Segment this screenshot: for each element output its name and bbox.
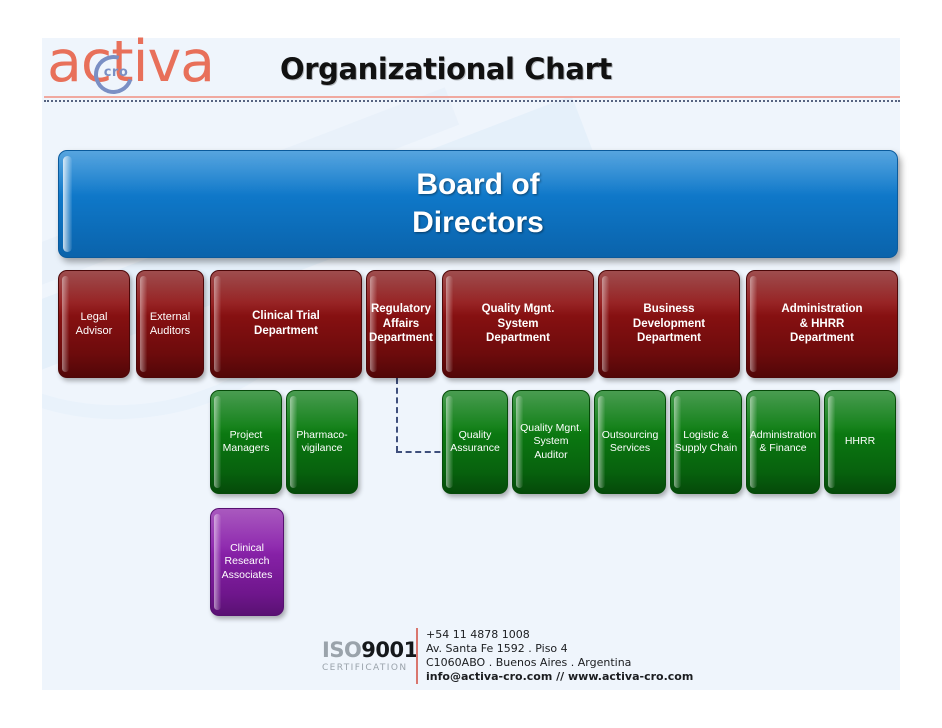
footer-divider — [416, 628, 418, 684]
header-rule-dotted — [44, 100, 900, 102]
node-dept-legal-advisor[interactable]: Legal Advisor — [58, 270, 130, 378]
slide-header: activa cro Organizational Chart — [42, 34, 900, 102]
node-unit-quality-mgnt-system-auditor-label: Quality Mgnt. System Auditor — [520, 421, 582, 461]
node-dept-business-development-department[interactable]: Business Development Department — [598, 270, 740, 378]
node-unit-project-managers[interactable]: Project Managers — [210, 390, 282, 494]
node-unit-hhrr-label: HHRR — [844, 435, 876, 448]
iso-logo-line: ISO9001 — [322, 637, 418, 662]
iso-9001-logo: ISO9001 CERTIFICATION — [322, 628, 418, 684]
node-dept-clinical-trial-department-label: Clinical Trial Department — [252, 310, 320, 337]
footer-contact-block: ISO9001 CERTIFICATION +54 11 4878 1008 A… — [322, 628, 693, 684]
logo-cro-text: cro — [103, 65, 129, 80]
node-dept-regulatory-affairs-department-label: Regulatory Affairs Department — [369, 302, 433, 345]
contact-web: info@activa-cro.com // www.activa-cro.co… — [426, 670, 694, 684]
node-dept-external-auditors[interactable]: External Auditors — [136, 270, 204, 378]
slide-canvas: activa cro Organizational Chart Board of… — [0, 0, 942, 728]
contact-address2: C1060ABO . Buenos Aires . Argentina — [426, 656, 632, 669]
node-dept-administration-hhrr-department-label: Administration & HHRR Department — [781, 302, 863, 345]
node-unit-pharmaco-vigilance[interactable]: Pharmaco-vigilance — [286, 390, 358, 494]
page-title: Organizational Chart — [280, 52, 612, 86]
node-dept-clinical-trial-department[interactable]: Clinical Trial Department — [210, 270, 362, 378]
node-unit-hhrr[interactable]: HHRR — [824, 390, 896, 494]
node-unit-project-managers-label: Project Managers — [222, 428, 270, 454]
node-unit-pharmaco-vigilance-label: Pharmaco-vigilance — [296, 428, 348, 454]
node-board-of-directors-label: Board of Directors — [412, 167, 544, 239]
node-unit-outsourcing-services-label: Outsourcing Services — [601, 428, 659, 454]
node-unit-logistic-supply-chain[interactable]: Logistic & Supply Chain — [670, 390, 742, 494]
node-sub-clinical-research-associates[interactable]: Clinical Research Associates — [210, 508, 284, 616]
contact-details: +54 11 4878 1008 Av. Santa Fe 1592 . Pis… — [426, 628, 693, 684]
iso-word: ISO — [322, 637, 362, 662]
node-dept-legal-advisor-label: Legal Advisor — [75, 310, 113, 337]
node-unit-logistic-supply-chain-label: Logistic & Supply Chain — [674, 428, 738, 454]
node-unit-administration-finance[interactable]: Administration & Finance — [746, 390, 820, 494]
activa-logo: activa cro — [47, 34, 287, 101]
node-sub-clinical-research-associates-label: Clinical Research Associates — [221, 541, 273, 581]
contact-phone: +54 11 4878 1008 — [426, 627, 530, 641]
node-dept-business-development-department-label: Business Development Department — [632, 302, 706, 345]
node-unit-quality-mgnt-system-auditor[interactable]: Quality Mgnt. System Auditor — [512, 390, 590, 494]
node-unit-quality-assurance-label: Quality Assurance — [450, 428, 500, 454]
iso-number: 9001 — [361, 637, 418, 662]
node-unit-outsourcing-services[interactable]: Outsourcing Services — [594, 390, 666, 494]
background-band-1 — [42, 95, 596, 430]
contact-address1: Av. Santa Fe 1592 . Piso 4 — [426, 641, 568, 655]
node-dept-external-auditors-label: External Auditors — [149, 310, 191, 337]
iso-certification-text: CERTIFICATION — [322, 662, 408, 673]
node-dept-regulatory-affairs-department[interactable]: Regulatory Affairs Department — [366, 270, 436, 378]
node-dept-quality-mgnt-system-department-label: Quality Mgnt. System Department — [481, 302, 555, 345]
node-unit-administration-finance-label: Administration & Finance — [749, 428, 817, 454]
connector-vertical-regulatory — [396, 378, 398, 452]
header-rule-red — [44, 96, 900, 98]
node-dept-administration-hhrr-department[interactable]: Administration & HHRR Department — [746, 270, 898, 378]
node-dept-quality-mgnt-system-department[interactable]: Quality Mgnt. System Department — [442, 270, 594, 378]
node-unit-quality-assurance[interactable]: Quality Assurance — [442, 390, 508, 494]
node-board-of-directors[interactable]: Board of Directors — [58, 150, 898, 258]
